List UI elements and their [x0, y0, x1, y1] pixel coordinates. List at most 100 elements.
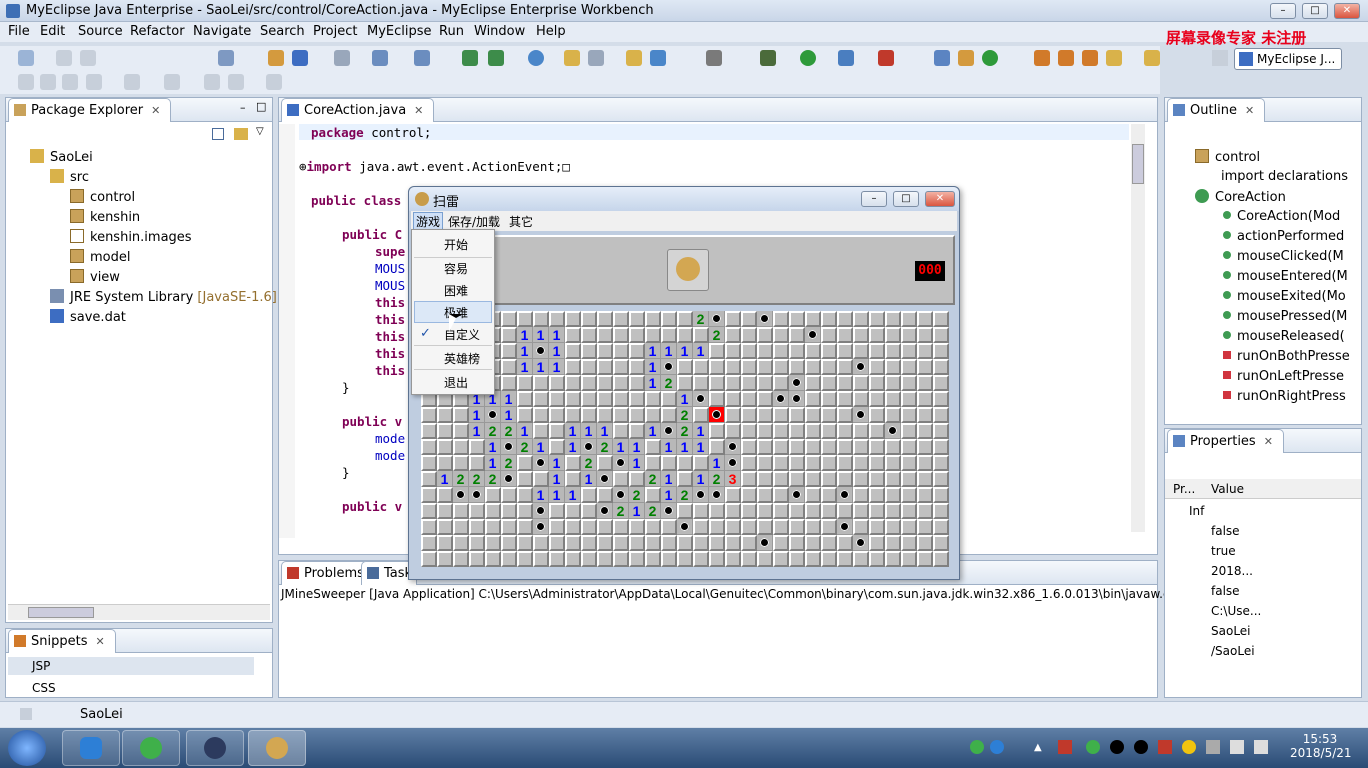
number-cell[interactable]: 1 [549, 327, 565, 343]
covered-cell[interactable] [901, 359, 917, 375]
covered-cell[interactable] [933, 487, 949, 503]
exploded-mine-cell[interactable] [709, 407, 725, 423]
covered-cell[interactable] [821, 327, 837, 343]
covered-cell[interactable] [741, 455, 757, 471]
build-icon[interactable] [334, 50, 350, 66]
covered-cell[interactable] [581, 535, 597, 551]
covered-cell[interactable] [853, 343, 869, 359]
editor-vscrollbar[interactable] [1131, 124, 1145, 532]
covered-cell[interactable] [661, 519, 677, 535]
covered-cell[interactable] [421, 439, 437, 455]
covered-cell[interactable] [597, 359, 613, 375]
menu-item-hard[interactable]: 困难 [444, 282, 468, 299]
number-cell[interactable]: 2 [581, 455, 597, 471]
covered-cell[interactable] [917, 423, 933, 439]
next-annotation-icon[interactable] [124, 74, 140, 90]
covered-cell[interactable] [661, 455, 677, 471]
mark-icon[interactable] [40, 74, 56, 90]
wechat-icon[interactable] [1086, 740, 1100, 754]
taskbar-app-ie[interactable] [122, 730, 180, 766]
covered-cell[interactable] [757, 343, 773, 359]
number-cell[interactable]: 2 [485, 423, 501, 439]
covered-cell[interactable] [741, 487, 757, 503]
mine-cell[interactable] [613, 487, 629, 503]
covered-cell[interactable] [677, 375, 693, 391]
covered-cell[interactable] [581, 311, 597, 327]
number-cell[interactable]: 1 [565, 439, 581, 455]
menu-item-exit[interactable]: 退出 [444, 374, 468, 391]
covered-cell[interactable] [917, 343, 933, 359]
covered-cell[interactable] [853, 519, 869, 535]
tab-package-explorer[interactable]: Package Explorer ✕ [8, 98, 172, 122]
covered-cell[interactable] [677, 471, 693, 487]
covered-cell[interactable] [805, 551, 821, 567]
covered-cell[interactable] [661, 535, 677, 551]
covered-cell[interactable] [901, 471, 917, 487]
outline-item-package[interactable]: control [1195, 149, 1260, 165]
covered-cell[interactable] [933, 439, 949, 455]
forward-icon[interactable] [266, 74, 282, 90]
number-cell[interactable]: 1 [517, 343, 533, 359]
covered-cell[interactable] [933, 455, 949, 471]
number-cell[interactable]: 1 [645, 423, 661, 439]
covered-cell[interactable] [821, 519, 837, 535]
mine-cell[interactable] [789, 391, 805, 407]
covered-cell[interactable] [693, 327, 709, 343]
covered-cell[interactable] [885, 551, 901, 567]
usb-icon[interactable] [1206, 740, 1220, 754]
covered-cell[interactable] [805, 519, 821, 535]
commit-icon[interactable] [1082, 50, 1098, 66]
covered-cell[interactable] [709, 359, 725, 375]
mine-cell[interactable] [757, 311, 773, 327]
tree-file-save[interactable]: save.dat [50, 309, 126, 325]
number-cell[interactable]: 1 [645, 343, 661, 359]
covered-cell[interactable] [757, 471, 773, 487]
covered-cell[interactable] [597, 407, 613, 423]
covered-cell[interactable] [933, 375, 949, 391]
number-cell[interactable]: 2 [501, 455, 517, 471]
covered-cell[interactable] [773, 487, 789, 503]
mine-cell[interactable] [661, 423, 677, 439]
covered-cell[interactable] [885, 359, 901, 375]
covered-cell[interactable] [837, 327, 853, 343]
mine-cell[interactable] [533, 519, 549, 535]
outline-item-method[interactable]: mouseEntered(M [1223, 269, 1348, 284]
ms-menu-save-load[interactable]: 保存/加载 [448, 213, 500, 230]
annotation-icon[interactable] [18, 74, 34, 90]
covered-cell[interactable] [789, 551, 805, 567]
mine-cell[interactable] [757, 535, 773, 551]
covered-cell[interactable] [421, 423, 437, 439]
tab-coreaction-java[interactable]: CoreAction.java ✕ [281, 98, 435, 122]
number-cell[interactable]: 3 [725, 471, 741, 487]
covered-cell[interactable] [853, 487, 869, 503]
number-cell[interactable]: 1 [549, 487, 565, 503]
covered-cell[interactable] [933, 391, 949, 407]
covered-cell[interactable] [629, 375, 645, 391]
covered-cell[interactable] [709, 503, 725, 519]
perspective-button[interactable]: MyEclipse J... [1234, 48, 1342, 70]
covered-cell[interactable] [837, 407, 853, 423]
covered-cell[interactable] [453, 503, 469, 519]
number-cell[interactable]: 1 [469, 407, 485, 423]
covered-cell[interactable] [917, 503, 933, 519]
covered-cell[interactable] [757, 359, 773, 375]
covered-cell[interactable] [869, 503, 885, 519]
covered-cell[interactable] [725, 359, 741, 375]
outline-item-imports[interactable]: import declarations [1221, 169, 1348, 184]
covered-cell[interactable] [853, 311, 869, 327]
pen-icon[interactable] [1106, 50, 1122, 66]
covered-cell[interactable] [821, 439, 837, 455]
covered-cell[interactable] [453, 551, 469, 567]
covered-cell[interactable] [645, 439, 661, 455]
covered-cell[interactable] [885, 535, 901, 551]
number-cell[interactable]: 1 [533, 487, 549, 503]
covered-cell[interactable] [613, 551, 629, 567]
taskbar-app-minesweeper[interactable] [248, 730, 306, 766]
scrollbar-thumb[interactable] [1132, 144, 1144, 184]
covered-cell[interactable] [725, 391, 741, 407]
covered-cell[interactable] [613, 343, 629, 359]
property-value[interactable]: SaoLei [1211, 624, 1251, 638]
covered-cell[interactable] [805, 423, 821, 439]
covered-cell[interactable] [533, 423, 549, 439]
maximize-panel-icon[interactable]: □ [256, 100, 266, 113]
